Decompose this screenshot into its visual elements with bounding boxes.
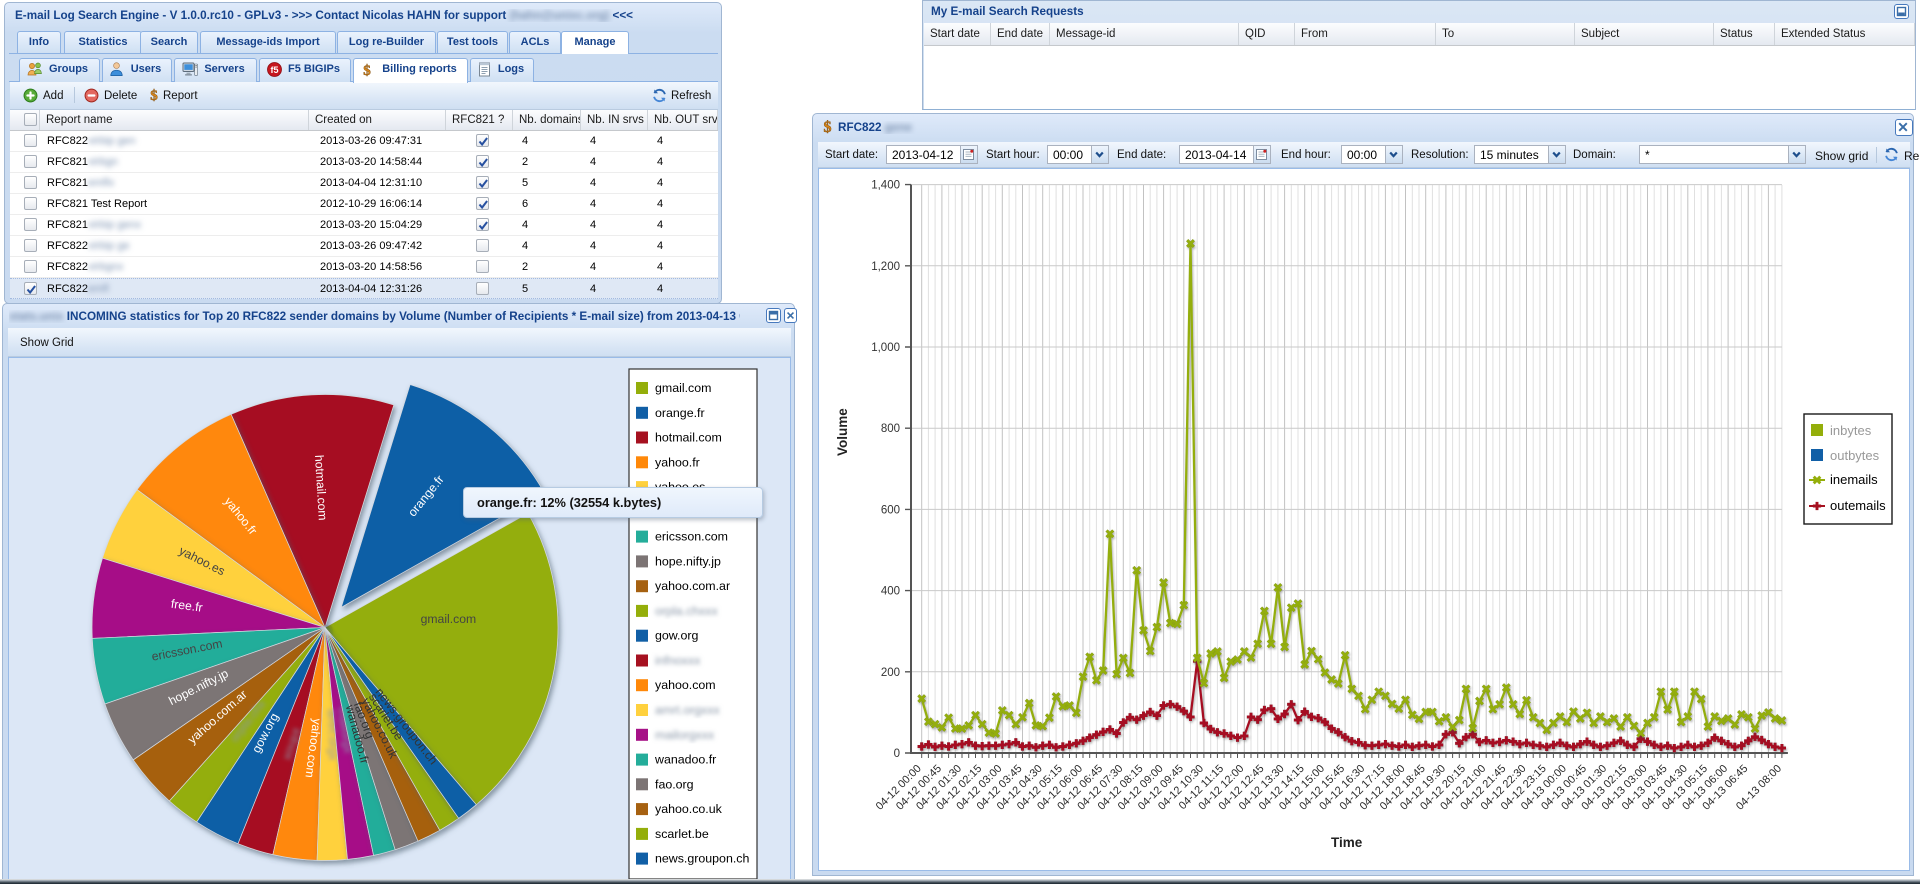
- svg-text:infnoxxx: infnoxxx: [655, 654, 701, 668]
- svg-text:Time: Time: [1331, 835, 1363, 850]
- svg-text:orange.fr: orange.fr: [655, 406, 705, 420]
- svg-text:orpla.chxxx: orpla.chxxx: [655, 604, 718, 618]
- svg-text:yahoo.co.uk: yahoo.co.uk: [655, 802, 723, 816]
- svg-text:400: 400: [881, 586, 900, 598]
- svg-text:Volume: Volume: [835, 408, 850, 456]
- svg-text:1,400: 1,400: [871, 180, 900, 192]
- svg-text:200: 200: [881, 667, 900, 679]
- svg-text:f5: f5: [270, 65, 278, 75]
- svg-text:0: 0: [894, 748, 900, 760]
- svg-text:hope.nifty.jp: hope.nifty.jp: [655, 554, 721, 568]
- svg-text:yahoo.fr: yahoo.fr: [655, 455, 700, 469]
- svg-text:1,000: 1,000: [871, 342, 900, 354]
- svg-text:outemails: outemails: [1830, 498, 1886, 513]
- svg-text:gmail.com: gmail.com: [421, 612, 477, 626]
- svg-text:yahoo.com: yahoo.com: [655, 678, 716, 692]
- svg-text:gmail.com: gmail.com: [655, 381, 711, 395]
- svg-text:outbytes: outbytes: [1830, 448, 1880, 463]
- svg-text:fao.org: fao.org: [655, 777, 694, 791]
- svg-text:yahoo.com.ar: yahoo.com.ar: [655, 579, 730, 593]
- svg-text:gow.org: gow.org: [655, 629, 699, 643]
- svg-text:600: 600: [881, 504, 900, 516]
- svg-text:inemails: inemails: [1830, 472, 1878, 487]
- svg-text:news.groupon.ch: news.groupon.ch: [655, 852, 749, 866]
- svg-text:1,200: 1,200: [871, 261, 900, 273]
- svg-text:hotmail.com: hotmail.com: [655, 431, 722, 445]
- svg-text:mailorgxxx: mailorgxxx: [655, 728, 715, 742]
- svg-text:$: $: [824, 119, 832, 134]
- svg-text:800: 800: [881, 423, 900, 435]
- svg-text:inbytes: inbytes: [1830, 423, 1872, 438]
- svg-text:scarlet.be: scarlet.be: [655, 827, 709, 841]
- svg-text:$: $: [150, 88, 158, 102]
- svg-text:amrt.orgxxx: amrt.orgxxx: [655, 703, 721, 717]
- svg-text:wanadoo.fr: wanadoo.fr: [654, 753, 716, 767]
- svg-text:ericsson.com: ericsson.com: [655, 530, 728, 544]
- svg-text:$: $: [363, 63, 371, 77]
